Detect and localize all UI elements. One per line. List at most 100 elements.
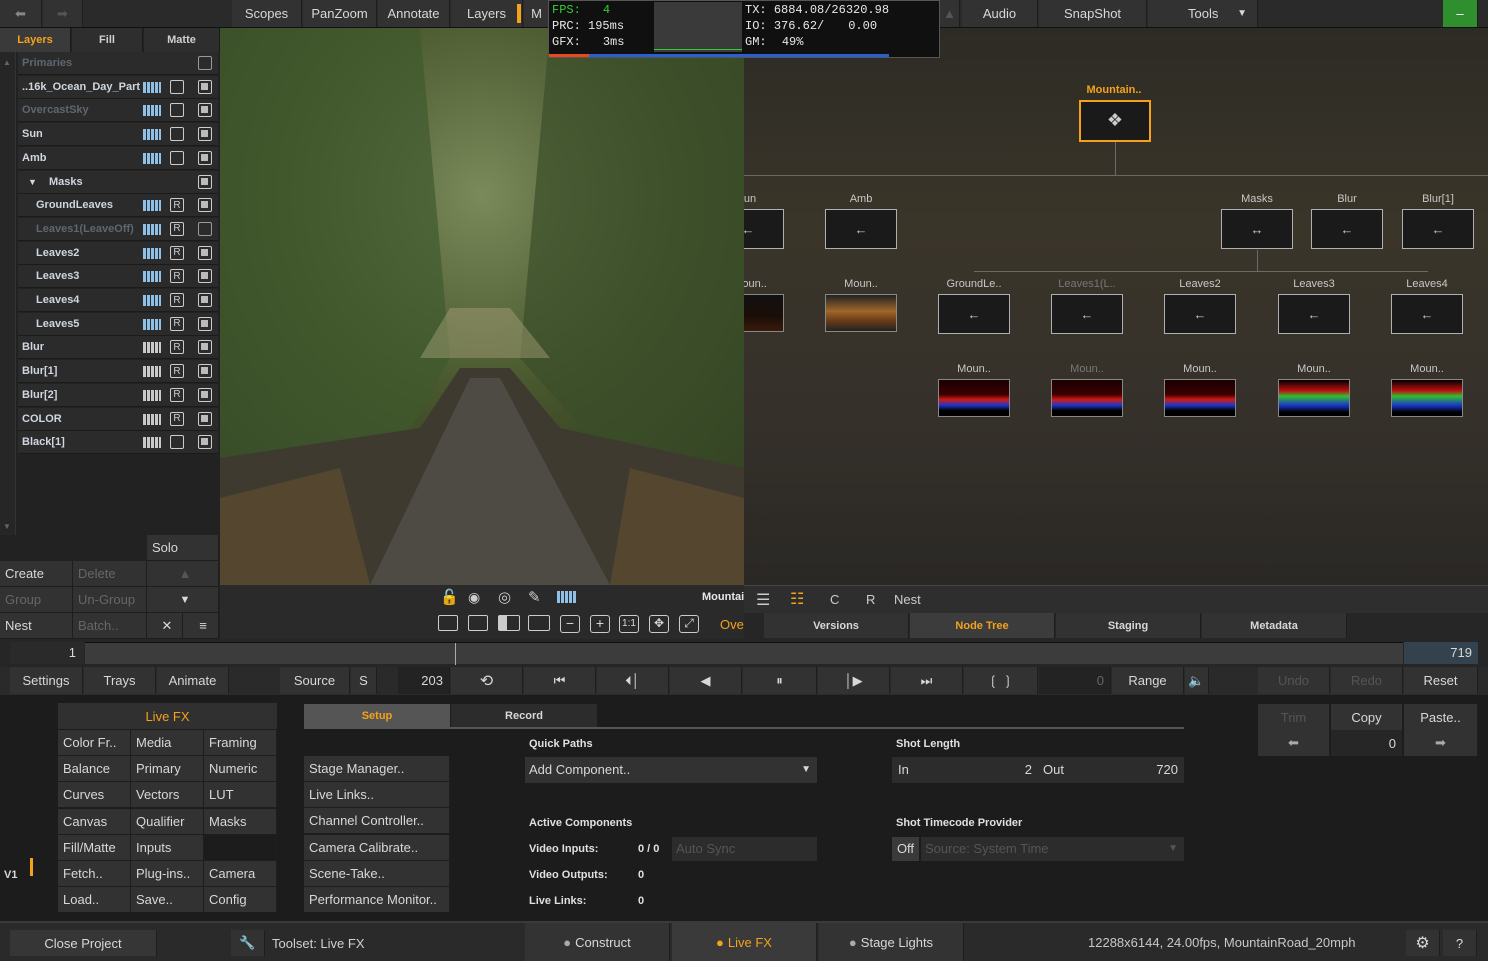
visibility-icon[interactable] — [198, 174, 212, 189]
node-moun-f[interactable] — [1278, 379, 1350, 417]
zoom-in-icon[interactable]: + — [590, 615, 610, 633]
tab-setup[interactable]: Setup — [304, 704, 450, 728]
zoom-out-icon[interactable]: − — [560, 615, 580, 633]
channels-icon[interactable] — [143, 223, 161, 235]
r-toggle[interactable]: R — [170, 316, 184, 331]
fx-button[interactable]: Numeric — [204, 756, 277, 783]
layer-row[interactable]: Leaves2 R — [18, 241, 218, 265]
visibility-icon[interactable] — [198, 127, 212, 142]
setup-link[interactable]: Performance Monitor.. — [304, 887, 450, 913]
trim-button[interactable]: Trim — [1258, 704, 1330, 730]
go-to-end-icon[interactable]: ⏭ — [891, 667, 963, 694]
node-root[interactable]: ❖ — [1079, 100, 1151, 142]
add-component-dropdown[interactable]: Add Component.. ▼ — [525, 757, 817, 783]
visibility-icon[interactable] — [198, 269, 212, 284]
channels-icon[interactable] — [557, 591, 577, 603]
visibility-icon[interactable] — [198, 435, 212, 450]
back-icon[interactable]: ⬅ — [0, 0, 42, 27]
layer-row[interactable]: Amb — [18, 146, 218, 170]
tab-m[interactable]: M — [524, 0, 550, 27]
tab-staging[interactable]: Staging — [1056, 613, 1201, 638]
r-toggle[interactable]: R — [170, 245, 184, 260]
layer-row[interactable]: Leaves3 R — [18, 265, 218, 289]
nest-button[interactable]: Nest — [0, 613, 73, 639]
fx-button[interactable]: Config — [204, 887, 277, 914]
wipe-icon[interactable] — [498, 615, 520, 631]
tab-trays[interactable]: Trays — [84, 667, 156, 694]
fx-button[interactable]: Load.. — [58, 887, 131, 914]
construct-tab[interactable]: ● Construct — [525, 923, 670, 961]
visibility-icon[interactable] — [198, 198, 212, 213]
fx-button[interactable]: Vectors — [131, 782, 204, 809]
close-project-button[interactable]: Close Project — [10, 930, 157, 956]
node-moun-e[interactable] — [1164, 379, 1236, 417]
tab-record[interactable]: Record — [451, 704, 597, 728]
channels-icon[interactable] — [143, 318, 161, 330]
visibility-icon[interactable] — [198, 150, 212, 165]
r-toggle[interactable]: R — [170, 293, 184, 307]
r-toggle[interactable]: R — [170, 364, 184, 379]
setup-link[interactable]: Live Links.. — [304, 782, 450, 809]
layer-row[interactable]: OvercastSky — [18, 99, 218, 123]
source-button[interactable]: Source — [280, 667, 350, 694]
c-button[interactable]: C — [830, 592, 839, 607]
fx-button[interactable]: Inputs — [131, 834, 204, 861]
batch-button[interactable]: Batch.. — [73, 613, 147, 639]
help-button[interactable]: ? — [1443, 930, 1477, 956]
channels-icon[interactable] — [143, 271, 161, 283]
wrench-icon[interactable]: 🔧 — [231, 930, 265, 956]
range-value[interactable]: 0 — [1039, 667, 1111, 694]
split-view-icon[interactable] — [438, 615, 458, 631]
layer-row[interactable]: Black[1] — [18, 431, 218, 455]
node-moun-a[interactable] — [744, 294, 784, 332]
node-moun-g[interactable] — [1391, 379, 1463, 417]
s-button[interactable]: S — [351, 667, 377, 694]
layer-row[interactable]: Leaves4 R — [18, 289, 218, 312]
node-blur[interactable]: ← — [1311, 209, 1383, 249]
pencil-icon[interactable]: ✎ — [528, 588, 541, 606]
visibility-icon[interactable] — [198, 411, 212, 426]
visibility-icon[interactable] — [198, 245, 212, 260]
visibility-icon[interactable] — [198, 221, 212, 236]
node-moun-d[interactable] — [1051, 379, 1123, 417]
tools-dropdown[interactable]: Tools ▼ — [1148, 0, 1258, 27]
fx-button[interactable]: Fill/Matte — [58, 834, 131, 861]
gear-icon[interactable]: ⚙ — [1406, 930, 1440, 956]
split-view-2-icon[interactable] — [468, 615, 488, 631]
viewport-image[interactable] — [220, 28, 744, 585]
hierarchy-icon[interactable]: ☷ — [790, 589, 804, 609]
fit-icon[interactable]: ✥ — [649, 615, 669, 633]
next-arrow-icon[interactable]: ➡ — [1404, 730, 1478, 756]
fullscreen-icon[interactable]: ⤢ — [679, 615, 699, 633]
r-toggle[interactable]: R — [170, 411, 184, 426]
range-button[interactable]: Range — [1112, 667, 1184, 694]
play-reverse-icon[interactable]: ◀ — [670, 667, 742, 694]
fx-button[interactable]: Qualifier — [131, 808, 204, 835]
visibility-icon[interactable] — [198, 79, 212, 94]
minimize-button[interactable]: – — [1443, 0, 1478, 27]
node-tree[interactable]: Mountain.. ❖ un ← Amb ← Masks ↔ Blur ← B… — [744, 28, 1488, 585]
tab-layers[interactable]: Layers — [451, 0, 523, 27]
fx-button[interactable]: Color Fr.. — [58, 730, 131, 756]
reset-button[interactable]: Reset — [1404, 667, 1478, 694]
fx-button[interactable]: LUT — [204, 782, 277, 809]
visibility-icon[interactable] — [198, 340, 212, 355]
layer-row[interactable]: ..16k_Ocean_Day_Part — [18, 75, 218, 99]
in-out-icon[interactable]: ❲ ❳ — [964, 667, 1038, 694]
step-back-icon[interactable]: ⏴│ — [597, 667, 669, 694]
clipboard-value[interactable]: 0 — [1331, 730, 1403, 756]
move-down-icon[interactable]: ▼ — [147, 587, 219, 613]
tab-versions[interactable]: Versions — [764, 613, 909, 638]
node-moun-c[interactable] — [938, 379, 1010, 417]
channels-icon[interactable] — [143, 200, 161, 212]
tab-settings[interactable]: Settings — [10, 667, 83, 694]
layer-row[interactable]: Leaves5 R — [18, 312, 218, 336]
r-toggle[interactable]: R — [170, 221, 184, 236]
close-icon[interactable]: ✕ — [147, 613, 183, 639]
channels-icon[interactable] — [143, 389, 161, 401]
nest-node-button[interactable]: Nest — [894, 592, 921, 607]
node-un[interactable]: ← — [744, 209, 784, 249]
r-toggle[interactable]: R — [170, 198, 184, 213]
zoom-1to1-icon[interactable]: 1:1 — [619, 615, 639, 633]
tab-audio[interactable]: Audio — [962, 0, 1038, 27]
